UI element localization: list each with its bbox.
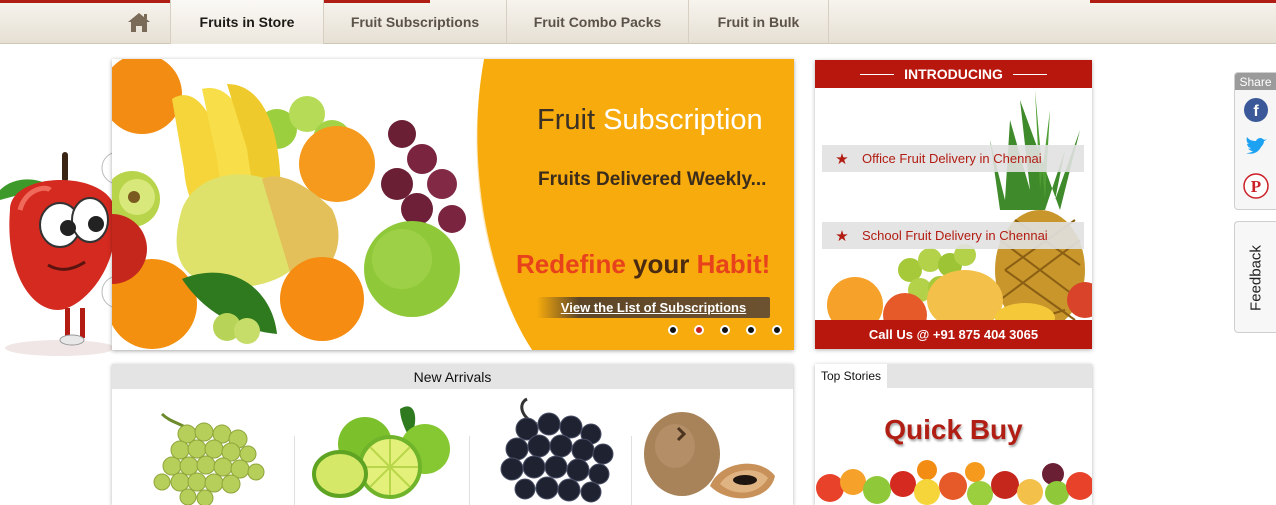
slider-dot-5[interactable] [772,325,782,335]
view-subscriptions-link[interactable]: View the List of Subscriptions [537,297,770,318]
tab-top-stories[interactable]: Top Stories [815,364,887,388]
nav-accent-right [1090,0,1276,3]
quick-buy-banner[interactable]: Quick Buy [815,414,1092,446]
office-fruit-delivery-label: Office Fruit Delivery in Chennai [862,151,1042,166]
new-arrivals-heading: New Arrivals [112,364,793,389]
nav-fruit-in-bulk[interactable]: Fruit in Bulk [688,0,828,44]
school-fruit-delivery-link[interactable]: ★ School Fruit Delivery in Chennai [822,222,1084,249]
hero-title: Fruit Subscription [537,104,763,137]
share-label: Share [1235,73,1276,90]
slider-dot-3[interactable] [720,325,730,335]
introducing-header: INTRODUCING [815,60,1092,88]
slider-dot-1[interactable] [668,325,678,335]
nav-fruit-subscriptions[interactable]: Fruit Subscriptions [323,0,506,44]
share-widget: Share f P [1234,72,1276,210]
black-grapes-image[interactable] [487,394,617,505]
sweet-lime-image[interactable] [310,399,460,505]
top-stories-section: Top Stories Quick Buy [815,364,1092,505]
top-stories-tabbar: Top Stories [815,364,1092,388]
facebook-icon[interactable]: f [1243,97,1269,123]
product-divider [469,436,470,505]
new-arrivals-section: New Arrivals [112,364,793,505]
product-divider [294,436,295,505]
hero-title-part2: Subscription [603,104,763,136]
header-line-right [1012,73,1047,75]
slider-dot-4[interactable] [746,325,756,335]
hero-title-part1: Fruit [537,104,595,136]
pineapple-fruits-image [827,90,1092,337]
hero-subtitle: Fruits Delivered Weekly... [538,169,767,190]
svg-text:f: f [1253,103,1259,120]
sapota-image[interactable] [640,406,780,505]
hero-slider[interactable]: Fruit Subscription Fruits Delivered Week… [112,59,794,350]
twitter-icon[interactable] [1243,135,1269,161]
star-icon: ★ [835,150,849,168]
call-us-bar: Call Us @ +91 875 404 3065 [815,320,1092,349]
star-icon: ★ [835,227,849,245]
hero-slogan-word2: your [633,249,690,279]
feedback-tab[interactable]: Feedback [1234,221,1276,333]
introducing-title: INTRODUCING [904,66,1003,82]
slider-pagination [668,325,782,335]
feedback-label: Feedback [1247,245,1265,311]
top-navigation: Fruits in Store Fruit Subscriptions Frui… [0,0,1276,44]
home-icon [128,13,150,32]
office-fruit-delivery-link[interactable]: ★ Office Fruit Delivery in Chennai [822,145,1084,172]
nav-home-button[interactable] [108,0,170,44]
pinterest-icon[interactable]: P [1243,173,1269,199]
school-fruit-delivery-label: School Fruit Delivery in Chennai [862,228,1048,243]
introducing-panel: INTRODUCING ★ Office Fruit Delivery in C… [815,60,1092,349]
svg-text:P: P [1251,177,1261,196]
hero-slogan: Redefine your Habit! [516,249,770,280]
nav-fruit-combo-packs[interactable]: Fruit Combo Packs [506,0,688,44]
nav-divider [828,0,829,44]
slider-dot-2[interactable] [694,325,704,335]
header-line-left [860,73,895,75]
hero-slogan-word1: Redefine [516,249,626,279]
product-divider [631,436,632,505]
hero-slogan-word3: Habit! [696,249,771,279]
green-grapes-image[interactable] [132,394,272,505]
nav-fruits-in-store[interactable]: Fruits in Store [170,0,323,44]
fruit-assortment-image [816,460,1092,505]
